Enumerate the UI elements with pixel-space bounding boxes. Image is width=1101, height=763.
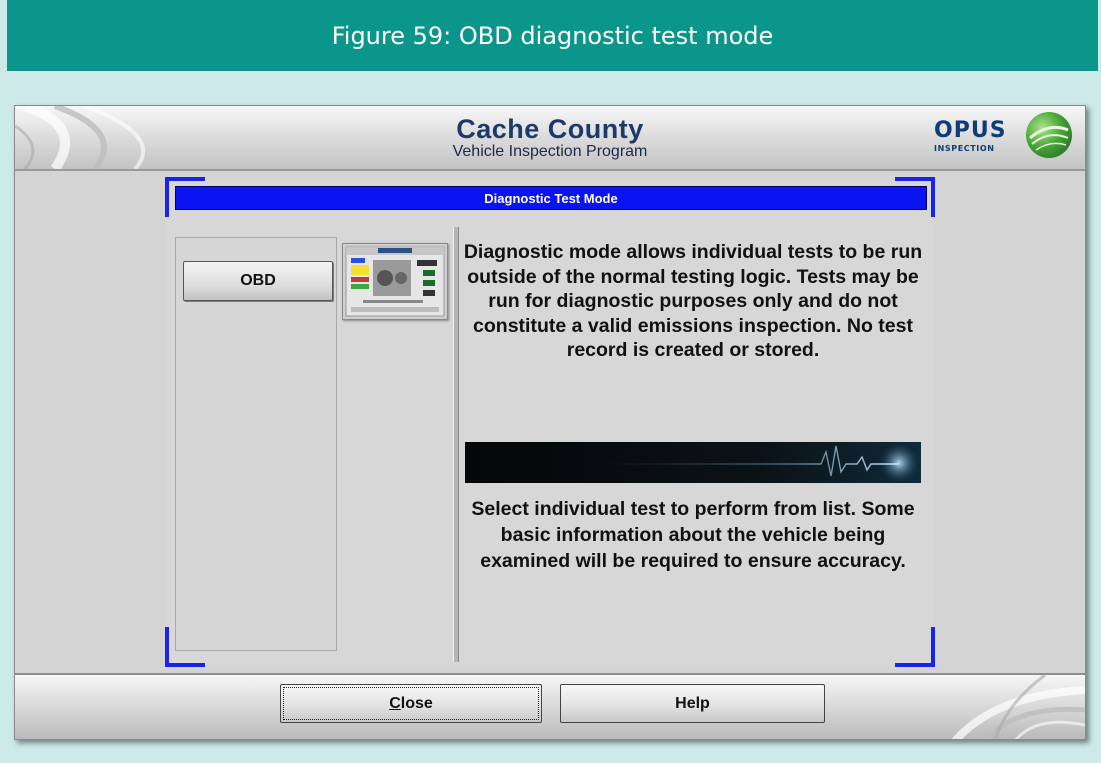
obd-screen-thumbnail	[342, 243, 448, 320]
obd-test-button-label: OBD	[240, 272, 276, 289]
logo-tagline: INSPECTION	[934, 144, 995, 153]
footer-bar: Close Help	[15, 673, 1085, 739]
app-window: Cache County Vehicle Inspection Program …	[14, 105, 1086, 740]
footer-swoosh-right-graphic	[951, 675, 1085, 739]
app-header: Cache County Vehicle Inspection Program …	[15, 106, 1085, 171]
mode-description: Diagnostic mode allows individual tests …	[463, 241, 923, 361]
app-title: Cache County	[456, 114, 644, 144]
app-subtitle: Vehicle Inspection Program	[452, 143, 648, 160]
figure-caption: Figure 59: OBD diagnostic test mode	[7, 0, 1098, 71]
corner-bracket-bottom-right-icon	[895, 627, 935, 667]
logo-name: OPUS	[934, 118, 1007, 143]
globe-icon	[1026, 112, 1072, 158]
heartbeat-banner-image	[465, 442, 921, 483]
help-button-label: Help	[675, 694, 710, 712]
diagnostic-dialog: Diagnostic Test Mode OBD Diagnostic mode…	[165, 177, 935, 667]
close-button-label: lose	[400, 694, 433, 712]
figure-caption-text: Figure 59: OBD diagnostic test mode	[331, 21, 774, 50]
close-button[interactable]: Close	[280, 684, 542, 723]
main-area: Diagnostic Test Mode OBD Diagnostic mode…	[15, 171, 1085, 671]
dialog-title-bar: Diagnostic Test Mode	[175, 186, 927, 210]
opus-inspection-logo: OPUS INSPECTION	[928, 112, 1078, 162]
panel-divider	[453, 227, 459, 662]
obd-test-button[interactable]: OBD	[183, 261, 333, 301]
help-button[interactable]: Help	[560, 684, 825, 723]
close-button-hotkey: C	[389, 694, 401, 712]
dialog-title: Diagnostic Test Mode	[484, 190, 618, 206]
instructions-text: Select individual test to perform from l…	[471, 498, 915, 572]
